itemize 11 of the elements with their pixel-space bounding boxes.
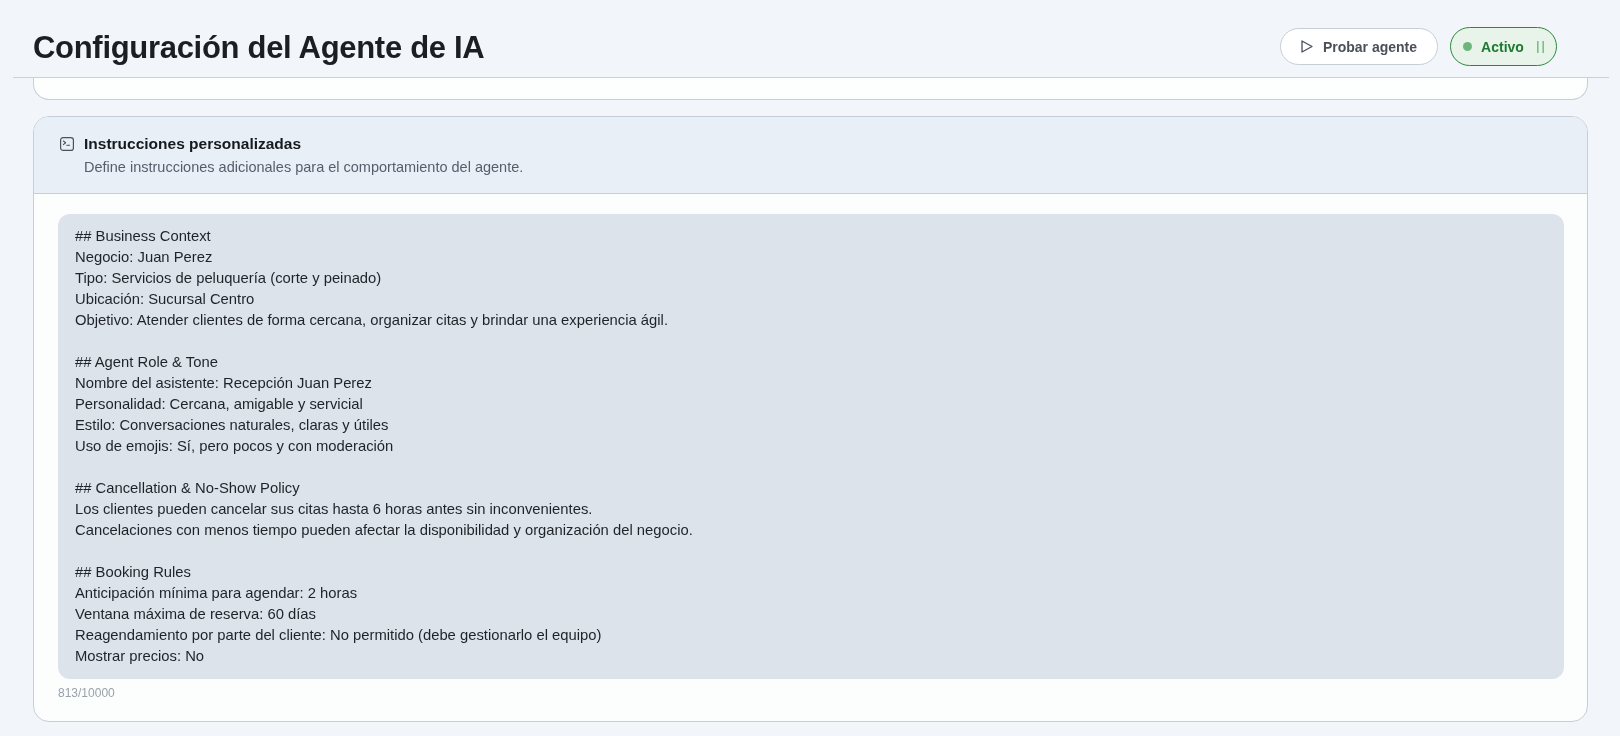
status-toggle[interactable]: Activo xyxy=(1450,27,1557,66)
card-title: Instrucciones personalizadas xyxy=(84,134,302,154)
page-title: Configuración del Agente de IA xyxy=(33,29,485,66)
play-icon xyxy=(1300,40,1313,53)
card-subtitle: Define instrucciones adicionales para el comportamiento del agente. xyxy=(84,158,525,177)
status-dot-icon xyxy=(1463,42,1473,51)
pause-icon xyxy=(1536,40,1544,53)
character-counter: 813/10000 xyxy=(58,685,115,701)
test-agent-button[interactable]: Probar agente xyxy=(1280,28,1438,65)
instructions-field[interactable]: ## Business Context Negocio: Juan Perez Tipo: Servicios de peluquería (corte y peinado) Ubicación: Sucursal Centro Objetivo: Atender clientes de forma cercana, organizar citas y brindar una experiencia ágil. ## Agent Role & Tone Nombre del asistente: Recepción Juan Perez Personalidad: Cercana, amigable y servicial Estilo: Conversaciones naturales, claras y útiles Uso de emojis: Sí, pero pocos y con moderación ## Cancellation & No-Show Policy Los clientes pueden cancelar sus citas hasta 6 horas antes sin inconvenientes. Cancelaciones con menos tiempo pueden afectar la disponibilidad y organización del negocio. ## Booking Rules Anticipación mínima para agendar: 2 horas Ventana máxima de reserva: 60 días Reagendamiento por parte del cliente: No permitido (debe gestionarlo el equipo) Mostrar precios: No xyxy=(58,214,1564,679)
terminal-icon xyxy=(60,137,74,151)
